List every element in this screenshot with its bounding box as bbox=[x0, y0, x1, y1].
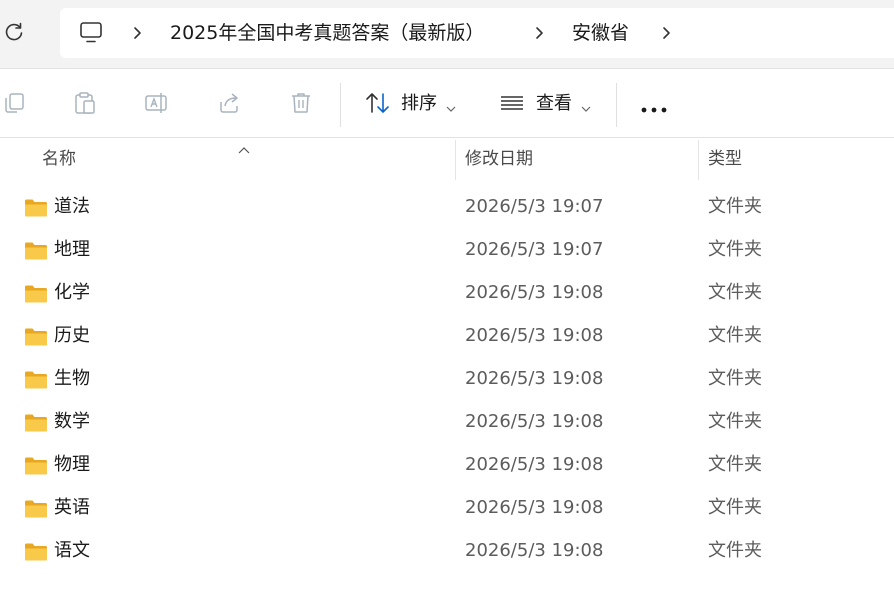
file-date: 2026/5/3 19:08 bbox=[465, 454, 604, 475]
file-date: 2026/5/3 19:08 bbox=[465, 368, 604, 389]
chevron-right-icon[interactable] bbox=[534, 25, 546, 41]
file-type: 文件夹 bbox=[708, 239, 762, 260]
share-icon[interactable] bbox=[215, 89, 243, 117]
column-header-type[interactable]: 类型 bbox=[708, 147, 742, 171]
file-date: 2026/5/3 19:08 bbox=[465, 282, 604, 303]
folder-icon bbox=[24, 370, 48, 390]
column-resize-handle[interactable] bbox=[698, 140, 699, 180]
copy-icon[interactable] bbox=[0, 89, 28, 117]
file-name: 英语 bbox=[54, 497, 90, 518]
file-type: 文件夹 bbox=[708, 540, 762, 561]
file-type: 文件夹 bbox=[708, 368, 762, 389]
sort-ascending-icon bbox=[237, 139, 251, 154]
file-name: 数学 bbox=[54, 411, 90, 432]
column-header: 名称 修改日期 类型 bbox=[0, 138, 894, 180]
sort-button[interactable]: 排序 bbox=[401, 92, 437, 116]
table-row[interactable]: 物理 2026/5/3 19:08 文件夹 bbox=[0, 444, 894, 487]
folder-icon bbox=[24, 413, 48, 433]
folder-icon bbox=[24, 499, 48, 519]
file-type: 文件夹 bbox=[708, 497, 762, 518]
folder-icon bbox=[24, 241, 48, 261]
file-type: 文件夹 bbox=[708, 411, 762, 432]
sort-icon[interactable] bbox=[364, 89, 392, 117]
command-bar: 排序 查看 bbox=[0, 69, 894, 137]
file-name: 物理 bbox=[54, 454, 90, 475]
breadcrumb-item[interactable]: 2025年全国中考真题答案（最新版） bbox=[170, 20, 484, 46]
view-icon[interactable] bbox=[498, 89, 526, 117]
file-name: 语文 bbox=[54, 540, 90, 561]
column-resize-handle[interactable] bbox=[455, 140, 456, 180]
toolbar-separator bbox=[340, 83, 341, 127]
file-type: 文件夹 bbox=[708, 325, 762, 346]
chevron-down-icon[interactable] bbox=[581, 98, 591, 112]
file-type: 文件夹 bbox=[708, 282, 762, 303]
table-row[interactable]: 地理 2026/5/3 19:07 文件夹 bbox=[0, 229, 894, 272]
view-button[interactable]: 查看 bbox=[536, 92, 572, 116]
table-row[interactable]: 语文 2026/5/3 19:08 文件夹 bbox=[0, 530, 894, 573]
rename-icon[interactable] bbox=[142, 89, 170, 117]
address-bar[interactable]: 2025年全国中考真题答案（最新版） 安徽省 bbox=[60, 8, 894, 58]
file-date: 2026/5/3 19:07 bbox=[465, 196, 604, 217]
file-type: 文件夹 bbox=[708, 196, 762, 217]
file-date: 2026/5/3 19:08 bbox=[465, 325, 604, 346]
table-row[interactable]: 化学 2026/5/3 19:08 文件夹 bbox=[0, 272, 894, 315]
file-type: 文件夹 bbox=[708, 454, 762, 475]
file-name: 道法 bbox=[54, 196, 90, 217]
file-name: 地理 bbox=[54, 239, 90, 260]
paste-icon[interactable] bbox=[71, 89, 99, 117]
computer-icon[interactable] bbox=[78, 21, 104, 45]
file-name: 历史 bbox=[54, 325, 90, 346]
folder-icon bbox=[24, 327, 48, 347]
folder-icon bbox=[24, 284, 48, 304]
refresh-icon[interactable] bbox=[2, 20, 26, 44]
toolbar-separator bbox=[616, 83, 617, 127]
chevron-right-icon[interactable] bbox=[132, 25, 144, 41]
table-row[interactable]: 数学 2026/5/3 19:08 文件夹 bbox=[0, 401, 894, 444]
file-date: 2026/5/3 19:08 bbox=[465, 497, 604, 518]
file-date: 2026/5/3 19:08 bbox=[465, 411, 604, 432]
file-date: 2026/5/3 19:07 bbox=[465, 239, 604, 260]
table-row[interactable]: 生物 2026/5/3 19:08 文件夹 bbox=[0, 358, 894, 401]
column-header-date[interactable]: 修改日期 bbox=[465, 147, 533, 171]
file-name: 化学 bbox=[54, 282, 90, 303]
file-name: 生物 bbox=[54, 368, 90, 389]
folder-icon bbox=[24, 542, 48, 562]
file-date: 2026/5/3 19:08 bbox=[465, 540, 604, 561]
breadcrumb-item-current[interactable]: 安徽省 bbox=[572, 20, 629, 46]
more-icon[interactable] bbox=[640, 99, 668, 113]
address-bar-region: 2025年全国中考真题答案（最新版） 安徽省 bbox=[0, 0, 894, 68]
column-header-name[interactable]: 名称 bbox=[42, 147, 76, 171]
chevron-down-icon[interactable] bbox=[446, 98, 456, 112]
folder-icon bbox=[24, 456, 48, 476]
table-row[interactable]: 历史 2026/5/3 19:08 文件夹 bbox=[0, 315, 894, 358]
table-row[interactable]: 英语 2026/5/3 19:08 文件夹 bbox=[0, 487, 894, 530]
folder-icon bbox=[24, 198, 48, 218]
chevron-right-icon[interactable] bbox=[661, 25, 673, 41]
table-row[interactable]: 道法 2026/5/3 19:07 文件夹 bbox=[0, 186, 894, 229]
delete-icon[interactable] bbox=[287, 89, 315, 117]
